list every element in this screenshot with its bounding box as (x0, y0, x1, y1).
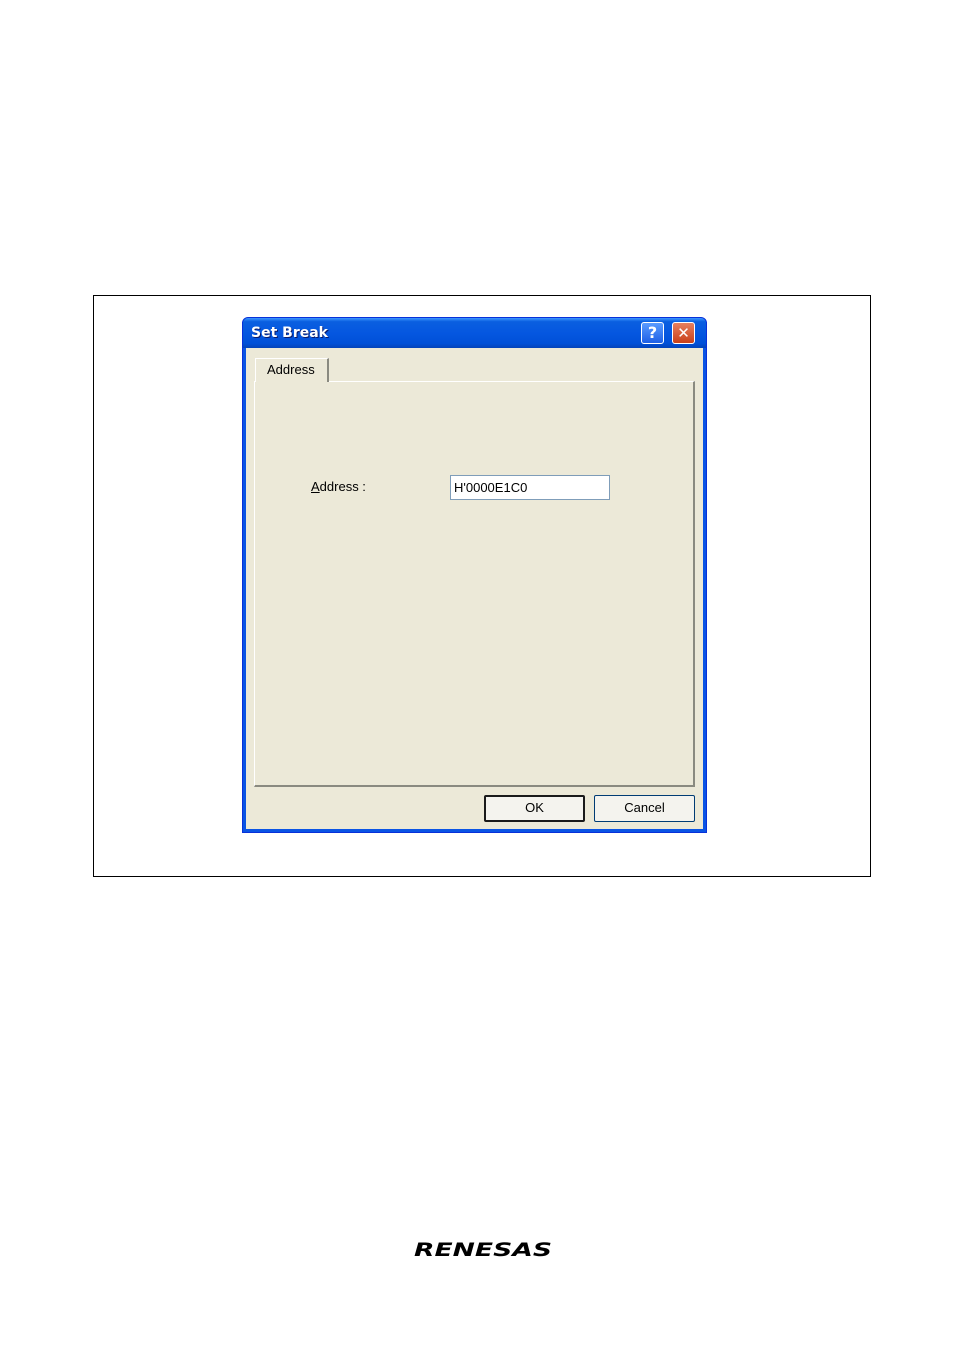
address-label-rest: ddress : (319, 479, 366, 494)
renesas-logo-text: RENESAS (414, 1239, 552, 1261)
address-label-mnemonic: A (311, 479, 320, 494)
tab-address-label: Address (267, 362, 315, 377)
renesas-logo: RENESAS (414, 1239, 552, 1261)
close-icon: ✕ (677, 324, 690, 342)
tab-address[interactable]: Address (255, 358, 329, 382)
ok-button[interactable]: OK (484, 795, 585, 822)
dialog-title: Set Break (251, 325, 328, 341)
address-field-label: Address : (311, 479, 366, 494)
address-tab-panel: Address : (254, 381, 695, 787)
set-break-dialog: Set Break ? ✕ Address Address : OK Cance… (242, 317, 707, 833)
cancel-button[interactable]: Cancel (594, 795, 695, 822)
close-button[interactable]: ✕ (672, 322, 695, 344)
title-bar[interactable]: Set Break ? ✕ (243, 318, 706, 348)
dialog-client-area: Address Address : OK Cancel (246, 348, 703, 829)
help-icon: ? (647, 323, 658, 342)
help-button[interactable]: ? (641, 322, 664, 344)
address-input[interactable] (450, 475, 610, 500)
